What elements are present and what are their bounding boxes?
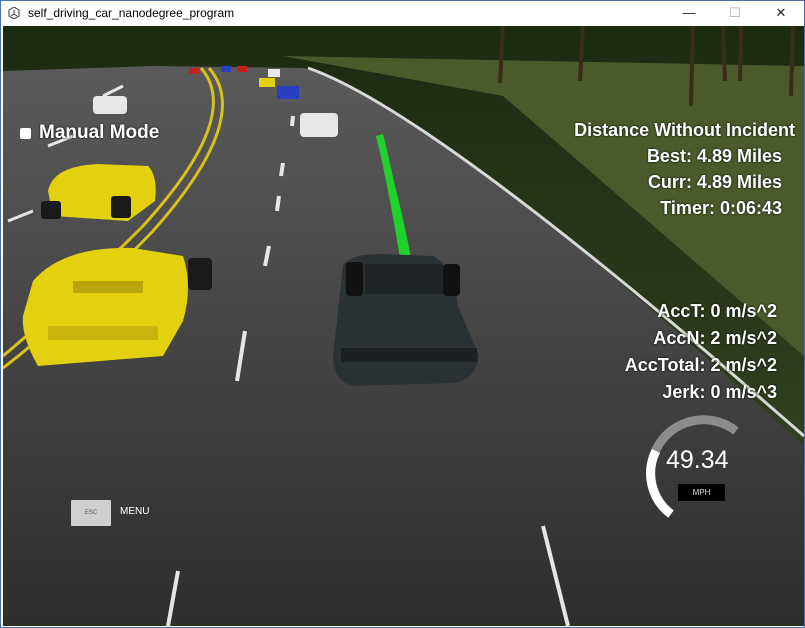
speed-unit: MPH — [678, 484, 725, 501]
distance-panel: Distance Without Incident Best: 4.89 Mil… — [574, 117, 795, 221]
title-bar[interactable]: self_driving_car_nanodegree_program — ☐ … — [1, 1, 804, 25]
minimize-icon[interactable]: — — [666, 1, 712, 25]
maximize-icon[interactable]: ☐ — [712, 1, 758, 25]
best-distance: Best: 4.89 Miles — [646, 146, 782, 166]
simulator-viewport[interactable]: Manual Mode Distance Without Incident Be… — [3, 26, 804, 626]
close-icon[interactable]: ✕ — [758, 1, 804, 25]
timer: Timer: 0:06:43 — [660, 198, 782, 218]
acc-t: AccT: 0 m/s^2 — [657, 301, 777, 321]
menu-label: MENU — [120, 506, 150, 517]
acceleration-panel: AccT: 0 m/s^2 AccN: 2 m/s^2 AccTotal: 2 … — [625, 298, 777, 406]
current-distance: Curr: 4.89 Miles — [647, 172, 782, 192]
mode-toggle-icon[interactable] — [20, 127, 31, 139]
speed-value: 49.34 — [666, 446, 729, 474]
mode-label: Manual Mode — [39, 122, 160, 143]
unity-app-icon — [8, 7, 20, 19]
esc-button[interactable]: ESC — [71, 500, 111, 526]
window-title: self_driving_car_nanodegree_program — [28, 6, 235, 20]
acc-total: AccTotal: 2 m/s^2 — [624, 355, 777, 375]
app-window: self_driving_car_nanodegree_program — ☐ … — [0, 0, 805, 628]
mode-indicator[interactable]: Manual Mode — [20, 122, 159, 144]
distance-header: Distance Without Incident — [574, 120, 795, 140]
acc-n: AccN: 2 m/s^2 — [653, 328, 777, 348]
jerk: Jerk: 0 m/s^3 — [662, 382, 777, 402]
ego-car — [333, 254, 479, 386]
